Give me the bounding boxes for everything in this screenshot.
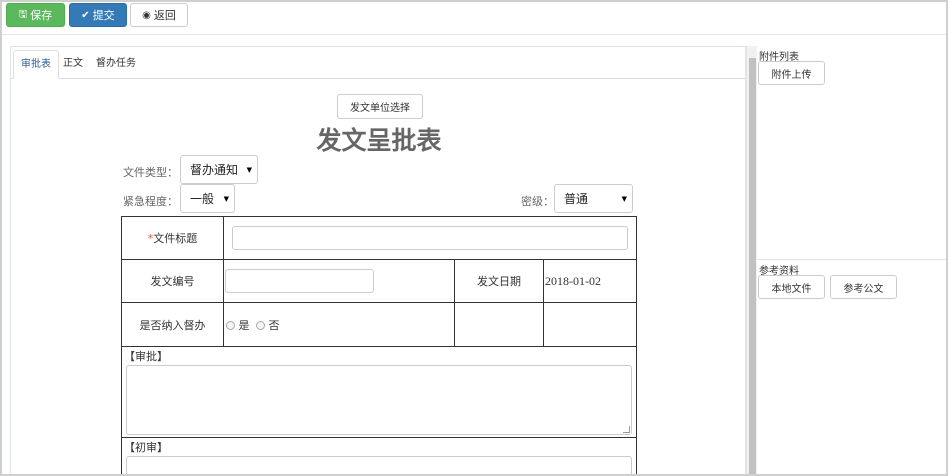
- table-row: 【初审】: [120, 437, 638, 474]
- urgency-value: 一般: [190, 192, 215, 206]
- doc-title-label-cell: *文件标题: [121, 216, 224, 260]
- form-title: 发文呈批表: [316, 126, 442, 155]
- back-circle-icon: ◉: [142, 9, 151, 21]
- doc-number-label: 发文编号: [121, 259, 224, 303]
- approval-form-table: *文件标题 发文编号 发文日期 2018-01-02 是否纳入督办 是 否 【审…: [120, 216, 638, 474]
- supervise-yes-label: 是: [238, 318, 250, 332]
- submit-label: 提交: [92, 9, 115, 22]
- chevron-down-icon: ▼: [223, 194, 229, 203]
- reference-document-button[interactable]: 参考公文: [830, 275, 897, 299]
- tab-supervision-task[interactable]: 督办任务: [89, 50, 143, 79]
- toolbar-divider: [2, 34, 946, 35]
- side-panel: 附件列表 附件上传 参考资料 本地文件 参考公文: [757, 46, 946, 474]
- table-row: 是否纳入督办 是 否: [121, 302, 638, 347]
- issue-date-value[interactable]: 2018-01-02: [542, 259, 638, 303]
- supervise-label: 是否纳入督办: [121, 302, 224, 347]
- initial-review-section-cell: 【初审】: [120, 437, 638, 474]
- save-button[interactable]: 🖫 保存: [6, 3, 65, 27]
- doc-number-input[interactable]: [225, 269, 374, 293]
- tab-body-text[interactable]: 正文: [56, 50, 90, 79]
- local-file-button[interactable]: 本地文件: [758, 275, 825, 299]
- back-label: 返回: [153, 9, 176, 22]
- doc-title-label: 文件标题: [153, 232, 198, 245]
- empty-cell: [454, 302, 544, 347]
- tab-bar: 审批表 正文 督办任务: [11, 47, 745, 79]
- check-circle-icon: ✔: [81, 9, 90, 21]
- secrecy-label: 密级：: [521, 195, 554, 208]
- upload-attachment-button[interactable]: 附件上传: [758, 61, 825, 85]
- chevron-down-icon: ▼: [246, 165, 252, 174]
- supervise-no-label: 否: [268, 318, 280, 332]
- doc-title-input[interactable]: [232, 226, 629, 250]
- approval-section-header: 【审批】: [124, 350, 168, 363]
- scrollbar-thumb[interactable]: [749, 58, 756, 474]
- urgency-select[interactable]: 一般 ▼: [180, 184, 235, 213]
- initial-review-section-header: 【初审】: [124, 441, 168, 454]
- urgency-label: 紧急程度：: [123, 195, 178, 208]
- save-label: 保存: [30, 9, 53, 22]
- form-scrollbar[interactable]: [746, 46, 757, 474]
- doc-type-value: 督办通知: [190, 163, 239, 177]
- doc-title-input-cell: [222, 216, 638, 260]
- resize-grip-icon[interactable]: [623, 426, 631, 433]
- issue-date-label: 发文日期: [454, 259, 544, 303]
- side-panel-divider: [757, 259, 946, 260]
- supervise-radio-cell: 是 否: [223, 302, 455, 347]
- chevron-down-icon: ▼: [621, 194, 627, 203]
- empty-cell: [542, 302, 638, 347]
- save-icon: 🖫: [18, 8, 28, 20]
- secrecy-value: 普通: [564, 192, 589, 206]
- doc-type-label: 文件类型：: [123, 166, 178, 179]
- approval-textarea[interactable]: [126, 365, 633, 435]
- doc-number-input-cell: [223, 259, 455, 303]
- back-button[interactable]: ◉ 返回: [130, 3, 188, 27]
- secrecy-select[interactable]: 普通 ▼: [554, 184, 633, 213]
- table-row: 发文编号 发文日期 2018-01-02: [121, 259, 638, 303]
- tab-approval-form[interactable]: 审批表: [13, 50, 59, 79]
- approval-section-cell: 【审批】: [120, 346, 638, 438]
- supervise-no-radio[interactable]: [256, 321, 265, 330]
- table-row: *文件标题: [121, 216, 638, 260]
- issuing-unit-select-button[interactable]: 发文单位选择: [337, 94, 423, 119]
- doc-type-select[interactable]: 督办通知 ▼: [180, 155, 258, 184]
- table-row: 【审批】: [120, 346, 638, 438]
- initial-review-textarea[interactable]: [126, 456, 633, 474]
- form-panel: 审批表 正文 督办任务 发文单位选择 发文呈批表 文件类型： 督办通知 ▼ 紧急…: [10, 46, 746, 474]
- supervise-yes-radio[interactable]: [226, 321, 235, 330]
- submit-button[interactable]: ✔ 提交: [69, 3, 127, 27]
